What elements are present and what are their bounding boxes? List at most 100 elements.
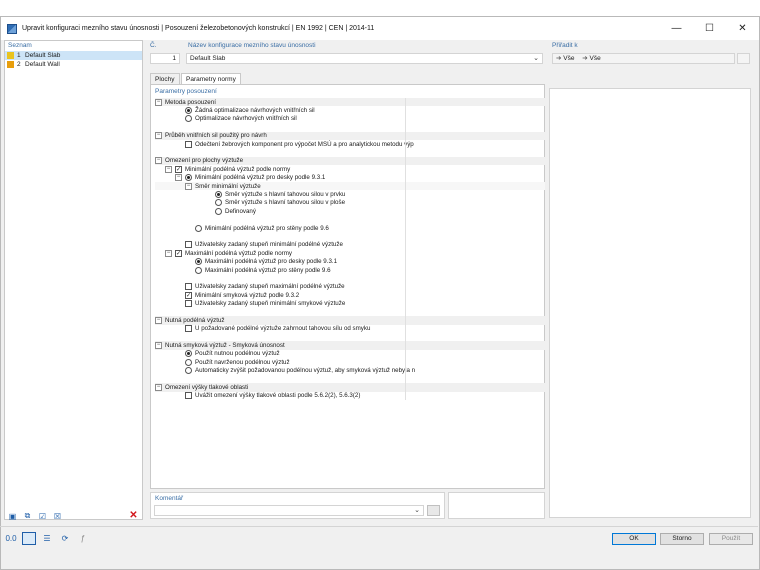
select-icon[interactable] [22,532,36,545]
checkbox[interactable] [185,241,192,249]
tree-row[interactable]: Uživatelsky zadaný stupeň maximální podé… [155,282,545,291]
tree-section[interactable]: − Omezení výšky tlakové oblasti [155,383,545,392]
tree-row[interactable]: − Směr minimální výztuže [155,181,545,191]
collapse-icon[interactable]: − [155,383,162,391]
config-name-dropdown[interactable]: Default Slab ⌄ [186,53,543,64]
tree-row[interactable]: Směr výztuže s hlavní tahovou silou v pl… [155,198,545,208]
collapse-icon[interactable]: − [165,249,172,257]
radio-button[interactable] [185,107,192,115]
list-item-default-wall[interactable]: 2 Default Wall [5,60,142,69]
refresh-icon[interactable]: ⟳ [58,532,72,545]
tree-row[interactable]: U požadované podélné výztuže zahrnout ta… [155,324,545,333]
tree-row[interactable]: Uživatelsky zadaný stupeň minimální smyk… [155,299,545,308]
maximize-button[interactable]: ☐ [693,17,726,40]
checkbox[interactable] [185,325,192,333]
tree-row[interactable]: Minimální podélná výztuž pro stěny podle… [155,223,545,233]
apply-button[interactable]: Použít [709,533,753,545]
tree-row-label: Žádná optimalizace návrhových vnitřních … [195,107,315,115]
tree-section[interactable]: − Nutná smyková výztuž - Smyková únosnost [155,341,545,350]
check-all-icon[interactable]: ☑ [36,510,49,522]
tree-row[interactable]: ✓ Minimální smyková výztuž podle 9.3.2 [155,290,545,300]
tree-section[interactable]: − Omezení pro plochy výztuže [155,156,545,166]
tree-row[interactable]: Směr výztuže s hlavní tahovou silou v pr… [155,190,545,199]
comment-library-button[interactable] [427,505,440,516]
window-title: Upravit konfiguraci mezního stavu únosno… [22,25,375,32]
parameters-panel: Parametry posouzení − Metoda posouzení Žád… [150,84,545,489]
tree-row-label: Použít navrženou podélnou výztuž [195,358,290,366]
column-divider [405,223,406,233]
tree-row-label: Uživatelsky zadaný stupeň maximální podé… [195,283,345,291]
cancel-button[interactable]: Storno [660,533,704,545]
list-item-default-slab[interactable]: 1 Default Slab [5,51,142,60]
number-field[interactable]: 1 [150,53,180,64]
ok-button[interactable]: OK [612,533,656,545]
tree-row[interactable]: Odečtení žebrových komponent pro výpočet… [155,139,545,149]
units-icon[interactable]: 0.0 [4,532,18,545]
tree-row[interactable]: Žádná optimalizace návrhových vnitřních … [155,106,545,115]
checkbox[interactable]: ✓ [185,291,192,299]
collapse-icon[interactable]: − [155,157,162,165]
comment-input[interactable]: ⌄ [154,505,424,516]
uncheck-all-icon[interactable]: ☒ [51,510,64,522]
copy-item-icon[interactable]: ⧉ [21,510,34,522]
tree-row[interactable]: Definovaný [155,207,545,216]
radio-button[interactable] [185,115,192,123]
chevron-down-icon: ⌄ [414,507,420,514]
checkbox[interactable] [185,300,192,308]
tree-section[interactable]: − Nutná podélná výztuž [155,316,545,325]
color-swatch [7,52,14,59]
tree-row-label: U požadované podélné výztuže zahrnout ta… [195,325,371,333]
tree-row[interactable]: Použít navrženou podélnou výztuž [155,358,545,367]
tree-row[interactable]: Použít nutnou podélnou výztuž [155,349,545,359]
formula-icon[interactable]: ƒ [76,532,90,545]
tree-row[interactable]: − ✓ Minimální podélná výztuž podle normy [155,165,545,174]
assign-to-field[interactable]: ➔ Vše ➔ Vše [552,53,735,64]
app-icon [7,23,17,34]
collapse-icon[interactable]: − [155,316,162,324]
table-icon[interactable]: ☰ [40,532,54,545]
minimize-button[interactable]: — [660,17,693,40]
tree-row[interactable]: − ✓ Maximální podélná výztuž podle normy [155,249,545,258]
radio-button[interactable] [215,207,222,215]
column-divider [405,139,406,149]
checkbox[interactable]: ✓ [175,165,182,173]
column-divider [405,332,406,342]
radio-button[interactable] [185,350,192,358]
checkbox[interactable] [185,392,192,400]
close-button[interactable]: ✕ [726,17,759,40]
tree-row[interactable]: Maximální podélná výztuž pro desky podle… [155,257,545,266]
radio-button[interactable] [215,190,222,198]
new-item-icon[interactable]: ▣ [6,510,19,522]
collapse-icon[interactable]: − [165,165,172,173]
radio-button[interactable] [195,266,202,274]
checkbox[interactable] [185,283,192,291]
tree-row[interactable]: − Minimální podélná výztuž pro desky podl… [155,173,545,182]
radio-button[interactable] [185,358,192,366]
collapse-icon[interactable]: − [155,342,162,350]
radio-button[interactable] [185,367,192,375]
checkbox[interactable] [185,140,192,148]
delete-icon[interactable]: ✕ [127,509,140,521]
column-divider [405,156,406,166]
assign-select-button[interactable] [737,53,750,64]
tree-section[interactable]: − Metoda posouzení [155,98,545,107]
checkbox[interactable]: ✓ [175,249,182,257]
assign-to-label: Přiřadit k [552,42,578,49]
tree-row[interactable]: Maximální podélná výztuž pro stěny podle… [155,265,545,275]
tree-section[interactable]: − Průběh vnitřních sil použitý pro návrh [155,131,545,140]
column-divider [405,324,406,333]
tree-row[interactable]: Uživatelsky zadaný stupeň minimální podé… [155,240,545,250]
collapse-icon[interactable]: − [185,182,192,190]
radio-button[interactable] [185,174,192,182]
collapse-icon[interactable]: − [155,132,162,140]
tree-row[interactable]: Uvážit omezení výšky tlakové oblasti pod… [155,391,545,401]
tree-row[interactable]: Optimalizace návrhových vnitřních sil [155,114,545,124]
radio-button[interactable] [195,224,202,232]
collapse-icon[interactable]: − [155,98,162,106]
tree-row[interactable]: Automaticky zvýšit požadovanou podélnou … [155,366,545,375]
radio-button[interactable] [215,199,222,207]
column-divider [405,249,406,258]
radio-button[interactable] [195,258,202,266]
tab-plochy[interactable]: Plochy [150,73,180,84]
collapse-icon[interactable]: − [175,174,182,182]
